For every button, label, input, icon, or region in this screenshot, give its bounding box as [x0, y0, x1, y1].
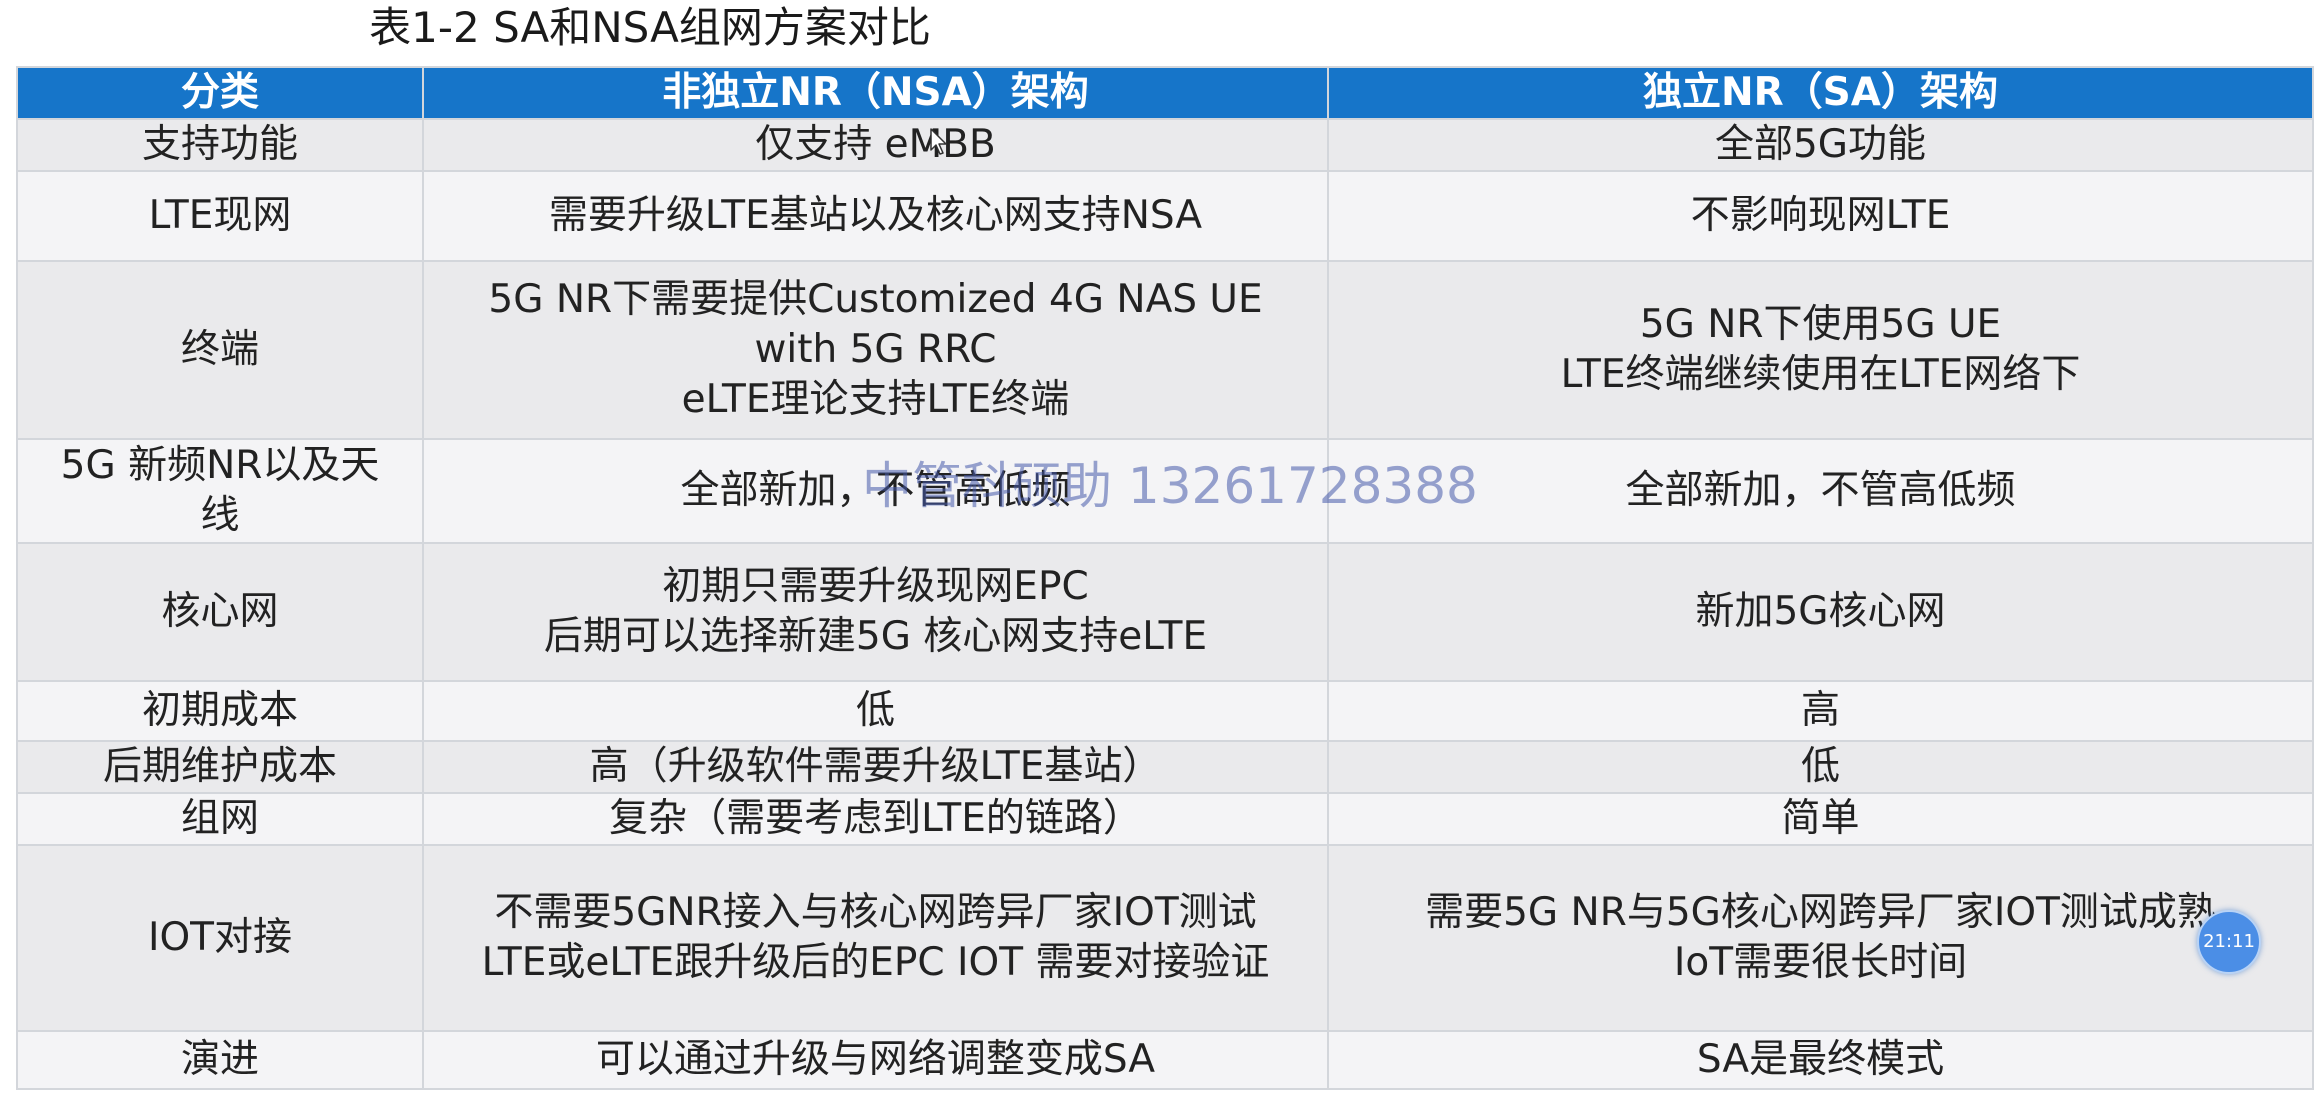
row-nsa: 全部新加，不管高低频 [422, 438, 1329, 544]
table-row: LTE现网 需要升级LTE基站以及核心网支持NSA 不影响现网LTE [16, 170, 2314, 262]
row-sa: 全部5G功能 [1327, 118, 2314, 172]
row-sa: 不影响现网LTE [1327, 170, 2314, 262]
row-nsa: 高（升级软件需要升级LTE基站） [422, 740, 1329, 794]
table-row: 演进 可以通过升级与网络调整变成SA SA是最终模式 [16, 1030, 2314, 1090]
row-category: 后期维护成本 [16, 740, 424, 794]
row-category: 演进 [16, 1030, 424, 1090]
row-nsa: 5G NR下需要提供Customized 4G NAS UE with 5G R… [422, 260, 1329, 440]
table-row: 初期成本 低 高 [16, 680, 2314, 742]
header-nsa: 非独立NR（NSA）架构 [422, 66, 1329, 120]
row-sa: 全部新加，不管高低频 [1327, 438, 2314, 544]
row-nsa: 仅支持 eMBB [422, 118, 1329, 172]
header-sa: 独立NR（SA）架构 [1327, 66, 2314, 120]
table-row: 终端 5G NR下需要提供Customized 4G NAS UE with 5… [16, 260, 2314, 440]
row-category: 组网 [16, 792, 424, 846]
table-header-row: 分类 非独立NR（NSA）架构 独立NR（SA）架构 [16, 66, 2314, 120]
table-caption: 表1-2 SA和NSA组网方案对比 [369, 3, 931, 52]
row-category: LTE现网 [16, 170, 424, 262]
table-row: IOT对接 不需要5GNR接入与核心网跨异厂家IOT测试 LTE或eLTE跟升级… [16, 844, 2314, 1032]
row-category: 初期成本 [16, 680, 424, 742]
table-row: 后期维护成本 高（升级软件需要升级LTE基站） 低 [16, 740, 2314, 794]
row-sa: 高 [1327, 680, 2314, 742]
row-sa: 5G NR下使用5G UE LTE终端继续使用在LTE网络下 [1327, 260, 2314, 440]
row-nsa: 低 [422, 680, 1329, 742]
row-sa: 需要5G NR与5G核心网跨异厂家IOT测试成熟 IoT需要很长时间 [1327, 844, 2314, 1032]
row-category: IOT对接 [16, 844, 424, 1032]
row-nsa: 初期只需要升级现网EPC 后期可以选择新建5G 核心网支持eLTE [422, 542, 1329, 682]
row-nsa: 不需要5GNR接入与核心网跨异厂家IOT测试 LTE或eLTE跟升级后的EPC … [422, 844, 1329, 1032]
row-category: 核心网 [16, 542, 424, 682]
table-row: 核心网 初期只需要升级现网EPC 后期可以选择新建5G 核心网支持eLTE 新加… [16, 542, 2314, 682]
table-row: 组网 复杂（需要考虑到LTE的链路） 简单 [16, 792, 2314, 846]
row-nsa: 复杂（需要考虑到LTE的链路） [422, 792, 1329, 846]
table-row: 支持功能 仅支持 eMBB 全部5G功能 [16, 118, 2314, 172]
row-category: 终端 [16, 260, 424, 440]
mouse-pointer-icon [930, 128, 947, 155]
row-sa: 简单 [1327, 792, 2314, 846]
row-nsa: 需要升级LTE基站以及核心网支持NSA [422, 170, 1329, 262]
table-row: 5G 新频NR以及天 线 全部新加，不管高低频 全部新加，不管高低频 [16, 438, 2314, 544]
timer-badge[interactable]: 21:11 [2197, 910, 2261, 974]
header-category: 分类 [16, 66, 424, 120]
row-category: 支持功能 [16, 118, 424, 172]
row-sa: 新加5G核心网 [1327, 542, 2314, 682]
row-nsa: 可以通过升级与网络调整变成SA [422, 1030, 1329, 1090]
row-sa: SA是最终模式 [1327, 1030, 2314, 1090]
comparison-table: 分类 非独立NR（NSA）架构 独立NR（SA）架构 支持功能 仅支持 eMBB… [16, 66, 2314, 1090]
row-sa: 低 [1327, 740, 2314, 794]
row-category: 5G 新频NR以及天 线 [16, 438, 424, 544]
